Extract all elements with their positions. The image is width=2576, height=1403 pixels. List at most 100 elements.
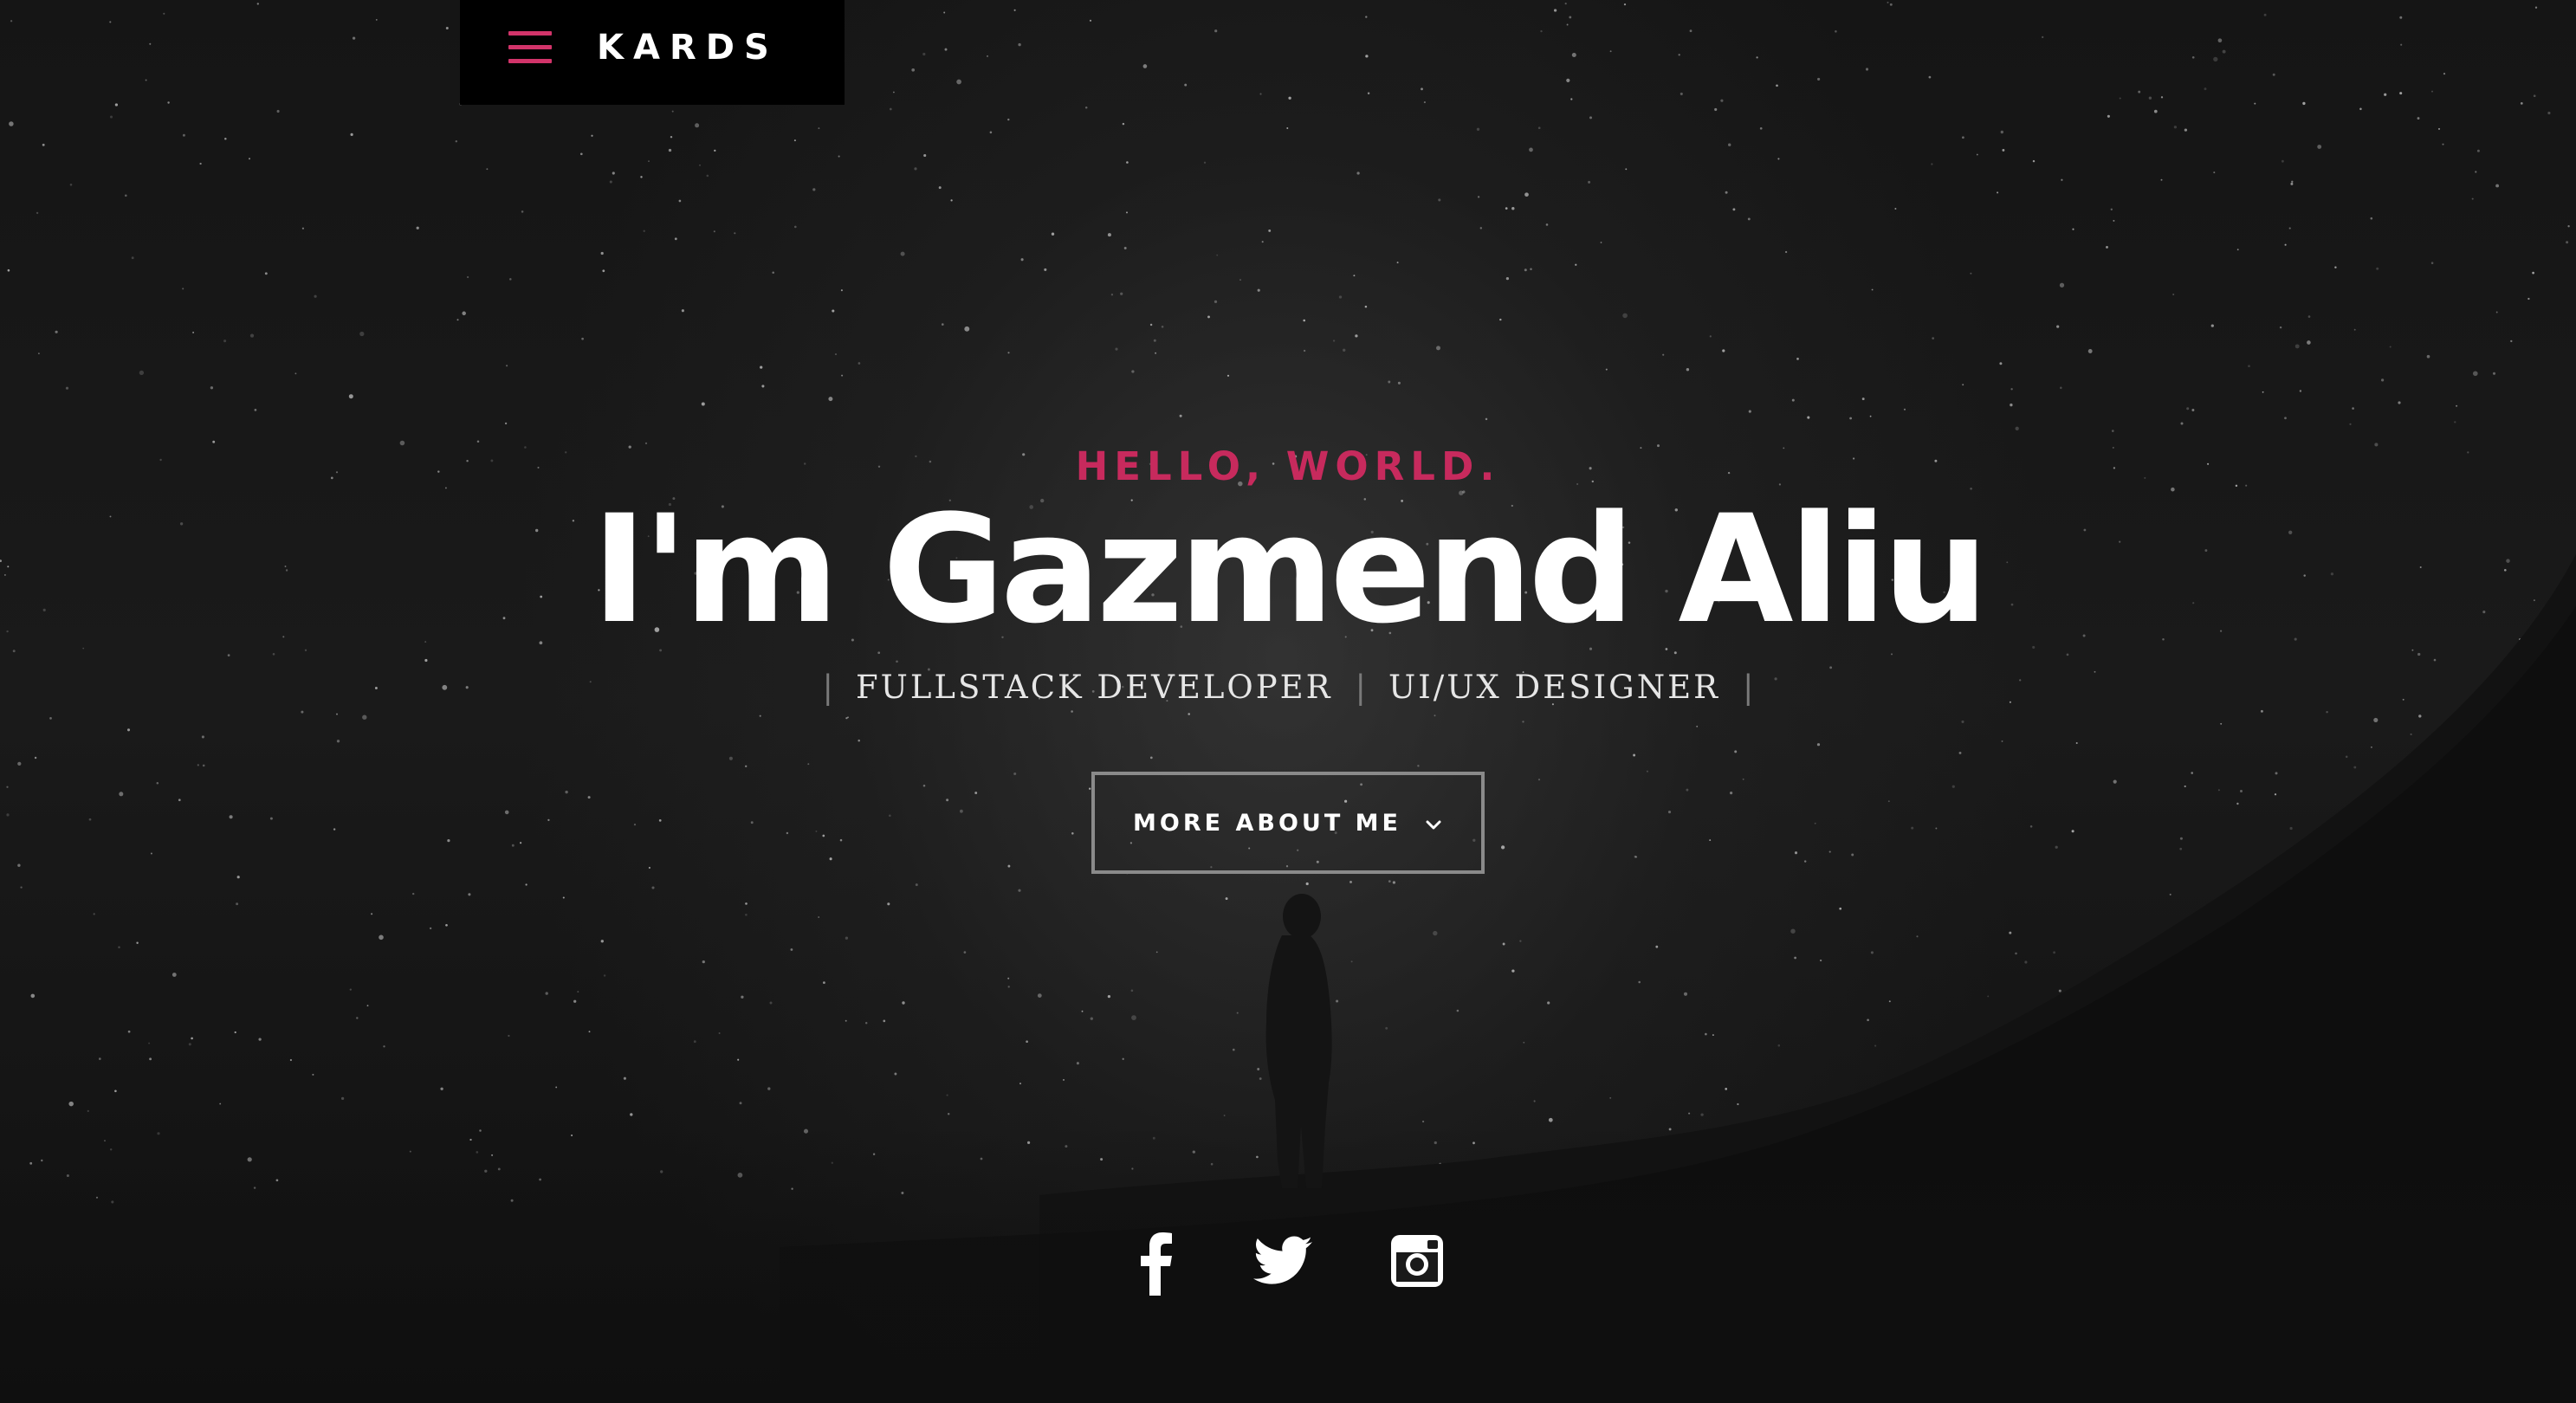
star — [17, 863, 21, 867]
star — [2495, 311, 2498, 314]
star — [202, 764, 205, 767]
star — [1958, 751, 1962, 754]
star — [1153, 339, 1156, 342]
star — [2186, 407, 2190, 411]
star — [1259, 1077, 1262, 1080]
star — [2060, 386, 2062, 390]
star — [1951, 785, 1955, 788]
star — [1349, 880, 1352, 883]
star — [2384, 93, 2387, 96]
brand-logo[interactable]: KARDS — [597, 26, 779, 69]
star — [312, 1073, 314, 1076]
star — [356, 1017, 359, 1019]
star — [2418, 796, 2422, 799]
star — [1214, 29, 1218, 33]
star — [1933, 1128, 1936, 1131]
star — [832, 309, 835, 313]
star — [1887, 1, 1889, 3]
star — [348, 394, 353, 399]
star — [1720, 99, 1724, 102]
star — [1126, 161, 1129, 164]
star — [630, 1113, 633, 1116]
star — [1680, 92, 1683, 95]
star — [1668, 1128, 1672, 1131]
star — [429, 927, 432, 930]
star — [510, 1199, 514, 1202]
star — [2345, 755, 2348, 759]
star — [1742, 778, 1744, 780]
star — [1537, 126, 1541, 130]
hamburger-icon[interactable] — [508, 29, 553, 66]
star — [2307, 315, 2311, 318]
star — [539, 1178, 541, 1181]
star — [87, 1109, 89, 1113]
star — [2029, 825, 2033, 828]
star — [1792, 1193, 1796, 1196]
star — [847, 716, 849, 719]
star — [2430, 262, 2434, 264]
star — [192, 331, 195, 333]
star — [651, 886, 655, 889]
star — [1223, 1115, 1226, 1116]
star — [127, 1030, 131, 1033]
star — [1970, 272, 1972, 275]
star — [822, 834, 825, 837]
star — [1888, 1000, 1891, 1003]
star — [1500, 845, 1505, 850]
star — [1398, 1174, 1401, 1177]
star — [623, 1076, 626, 1080]
star — [1533, 1100, 1536, 1102]
star — [1623, 3, 1627, 6]
star — [1729, 1177, 1732, 1180]
star — [2353, 766, 2357, 769]
star — [1511, 969, 1515, 973]
star — [1714, 107, 1718, 112]
star — [2550, 1084, 2553, 1087]
star — [1524, 268, 1527, 272]
star — [2451, 894, 2456, 898]
star — [350, 133, 353, 136]
star — [668, 148, 672, 152]
star — [1609, 1096, 1612, 1099]
star — [2105, 1032, 2108, 1036]
star — [234, 1031, 236, 1034]
star — [1524, 192, 1529, 197]
star — [1477, 196, 1480, 198]
star — [1013, 9, 1016, 11]
star — [1268, 229, 1272, 232]
star — [1336, 999, 1339, 1003]
star — [2220, 722, 2223, 725]
facebook-icon[interactable] — [1123, 1228, 1192, 1297]
star — [793, 139, 796, 142]
hero-roles: | FULLSTACK DEVELOPER | UI/UX DESIGNER | — [0, 663, 2576, 712]
star — [525, 883, 527, 886]
star — [1889, 3, 1893, 6]
star — [1712, 1034, 1714, 1037]
star — [157, 1132, 160, 1135]
star — [2433, 658, 2437, 662]
star — [2160, 178, 2163, 181]
star — [858, 739, 860, 742]
star — [2437, 127, 2441, 130]
instagram-icon[interactable] — [1384, 1228, 1453, 1297]
star — [786, 831, 789, 835]
star — [577, 991, 579, 993]
star — [236, 902, 239, 906]
star — [713, 230, 715, 233]
star — [2520, 102, 2523, 105]
twitter-icon[interactable] — [1248, 1228, 1317, 1297]
star — [1835, 30, 1837, 33]
star — [2133, 1162, 2135, 1165]
star — [2191, 409, 2195, 411]
star — [1803, 1156, 1805, 1160]
star — [1214, 300, 1218, 304]
star — [371, 913, 373, 915]
star — [2499, 1162, 2502, 1166]
star — [2184, 128, 2188, 132]
star — [1803, 860, 1807, 863]
more-about-me-button[interactable]: MORE ABOUT ME — [1091, 772, 1485, 874]
star — [1725, 191, 1728, 194]
star — [2002, 148, 2005, 152]
star — [1110, 294, 1114, 296]
star — [2272, 73, 2275, 76]
